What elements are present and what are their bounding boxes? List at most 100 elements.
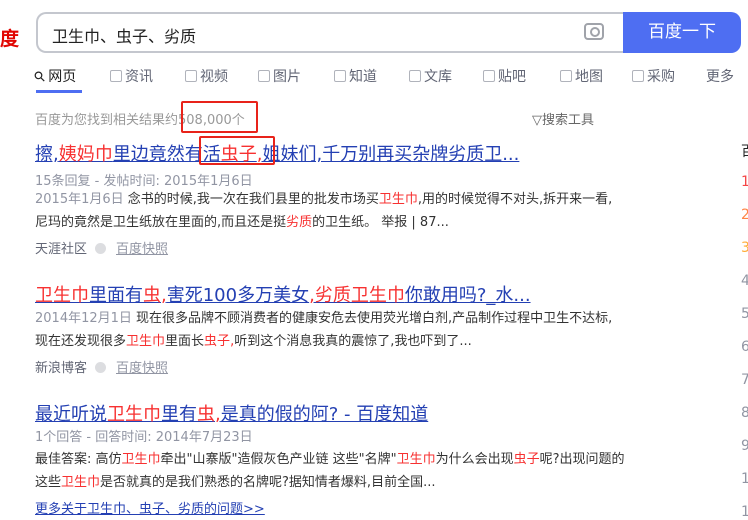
rank-item[interactable]: 9 — [741, 438, 748, 454]
tab-1[interactable]: 资讯 — [110, 66, 153, 86]
title-segment: 是真的假的阿? - 百度知道 — [220, 404, 429, 425]
title-segment: 最近听说 — [35, 404, 107, 425]
video-icon — [185, 70, 197, 82]
tab-7[interactable]: 地图 — [560, 66, 603, 86]
title-segment: 姨妈巾 — [58, 144, 113, 165]
rank-item[interactable]: 6 — [741, 339, 748, 355]
shield-icon — [95, 243, 107, 254]
title-segment: ,劣质卫生巾 — [309, 285, 405, 306]
tab-label: 采购 — [647, 69, 675, 85]
abstract-segment: 听到这个消息我真的震惊了,我也吓到了... — [234, 334, 472, 349]
camera-icon[interactable] — [584, 23, 604, 40]
filter-icon: ▽ — [532, 113, 542, 128]
result-meta: 1个回答 - 回答时间: 2014年7月23日 — [35, 430, 253, 445]
rank-item[interactable]: 4 — [741, 273, 748, 289]
tab-label: 知道 — [349, 69, 377, 85]
source-name: 天涯社区 — [35, 242, 88, 257]
result-source: 新浪博客 百度快照 — [35, 357, 168, 376]
tab-label: 视频 — [200, 69, 228, 85]
tab-label: 图片 — [273, 69, 301, 85]
abstract-segment: 2014年12月1日 — [35, 311, 137, 326]
abstract-segment: 卫生巾 — [378, 192, 418, 207]
tab-3[interactable]: 图片 — [258, 66, 301, 86]
logo-fragment[interactable]: 度 — [0, 24, 19, 51]
source-name: 新浪博客 — [35, 361, 88, 376]
tab-6[interactable]: 贴吧 — [483, 66, 526, 86]
abstract-segment: 虫子 — [513, 452, 540, 467]
abstract-segment: 牵出"山寨版"造假灰色产业链 这些"名牌" — [160, 452, 397, 467]
title-segment: 卫生巾 — [107, 404, 161, 425]
tab-label: 更多 — [706, 69, 734, 85]
rank-item[interactable]: 2 — [741, 207, 748, 223]
map-icon — [560, 70, 572, 82]
cart-icon — [632, 70, 644, 82]
title-segment: 害死100多万美女 — [166, 285, 310, 306]
news-icon — [110, 70, 122, 82]
rank-item[interactable]: 3 — [741, 240, 748, 256]
title-segment: 里有 — [161, 404, 197, 425]
tab-label: 资讯 — [125, 69, 153, 85]
tab-label: 网页 — [48, 69, 77, 85]
tab-label: 地图 — [575, 69, 603, 85]
result-count-prefix: 百度为您找到相关结果约 — [35, 113, 179, 128]
search-input[interactable]: 卫生巾、虫子、劣质 — [52, 23, 196, 47]
more-questions-link[interactable]: 更多关于卫生巾、虫子、劣质的问题>> — [35, 498, 265, 517]
snapshot-link[interactable]: 百度快照 — [116, 361, 168, 376]
tab-5[interactable]: 文库 — [409, 66, 452, 86]
search-button[interactable]: 百度一下 — [623, 12, 741, 53]
search-tools-label: 搜索工具 — [542, 113, 595, 128]
tab-4[interactable]: 知道 — [334, 66, 377, 86]
annotation-box-keyword — [199, 136, 275, 165]
tab-2[interactable]: 视频 — [185, 66, 228, 86]
search-icon: ⚲ — [30, 67, 50, 87]
rank-item[interactable]: 百 — [741, 141, 748, 161]
abstract-segment: 为什么会出现 — [435, 452, 514, 467]
active-tab-indicator — [36, 90, 82, 93]
tab-8[interactable]: 采购 — [632, 66, 675, 86]
result-source: 天涯社区 百度快照 — [35, 238, 168, 257]
abstract-segment: 卫生巾 — [396, 452, 436, 467]
title-segment: 姐妹们,千万别再买杂牌劣质卫... — [262, 144, 520, 165]
abstract-segment: 卫生巾 — [121, 452, 161, 467]
tieba-icon — [483, 70, 495, 82]
result-title-link[interactable]: 最近听说卫生巾里有虫,是真的假的阿? - 百度知道 — [35, 400, 428, 426]
image-icon — [258, 70, 270, 82]
snapshot-link[interactable]: 百度快照 — [116, 242, 168, 257]
title-segment: 虫 — [197, 404, 215, 425]
abstract-segment: 卫生巾 — [61, 475, 101, 490]
title-segment: 擦, — [35, 144, 59, 165]
rank-item[interactable]: 8 — [741, 405, 748, 421]
abstract-segment: 里面长 — [165, 334, 205, 349]
rank-item[interactable]: 1 — [741, 504, 748, 520]
tab-label: 文库 — [424, 69, 452, 85]
shield-icon — [95, 362, 107, 373]
abstract-segment: 的卫生纸。 举报 | 87... — [312, 215, 449, 230]
rank-item[interactable]: 1 — [741, 174, 748, 190]
result-meta: 15条回复 - 发帖时间: 2015年1月6日 — [35, 174, 253, 189]
tab-9[interactable]: 更多 — [706, 66, 734, 86]
search-tools-button[interactable]: ▽搜索工具 — [532, 109, 594, 128]
doc-icon — [409, 70, 421, 82]
abstract-segment: 劣质 — [286, 215, 313, 230]
tab-label: 贴吧 — [498, 69, 526, 85]
abstract-segment: 是否就真的是我们熟悉的名牌呢?据知情者爆料,目前全国... — [100, 475, 436, 490]
title-segment: 虫 — [143, 285, 161, 306]
rank-item[interactable]: 5 — [741, 306, 748, 322]
result-title-link[interactable]: 擦,姨妈巾里边竟然有活虫子,姐妹们,千万别再买杂牌劣质卫... — [35, 140, 519, 166]
tab-0[interactable]: ⚲网页 — [31, 66, 77, 87]
abstract-segment: 最佳答案: 高仿 — [35, 452, 122, 467]
title-segment: 卫生巾 — [35, 285, 89, 306]
abstract-segment: 念书的时候,我一次在我们县里的批发市场买 — [127, 192, 379, 207]
title-segment: 里面有 — [89, 285, 143, 306]
annotation-box-count — [181, 101, 258, 133]
question-icon — [334, 70, 346, 82]
result-title-link[interactable]: 卫生巾里面有虫,害死100多万美女,劣质卫生巾你敢用吗?_水... — [35, 281, 531, 307]
result-abstract: 最佳答案: 高仿卫生巾牵出"山寨版"造假灰色产业链 这些"名牌"卫生巾为什么会出… — [35, 448, 625, 494]
result-abstract: 2014年12月1日 现在很多品牌不顾消费者的健康安危去使用荧光增白剂,产品制作… — [35, 307, 625, 353]
rank-item[interactable]: 7 — [741, 372, 748, 388]
rank-item[interactable]: 1 — [741, 471, 748, 487]
abstract-segment: 2015年1月6日 — [35, 192, 128, 207]
abstract-segment: 虫子 — [204, 334, 231, 349]
title-segment: 你敢用吗?_水... — [404, 285, 531, 306]
search-box[interactable]: 卫生巾、虫子、劣质 — [36, 12, 626, 53]
